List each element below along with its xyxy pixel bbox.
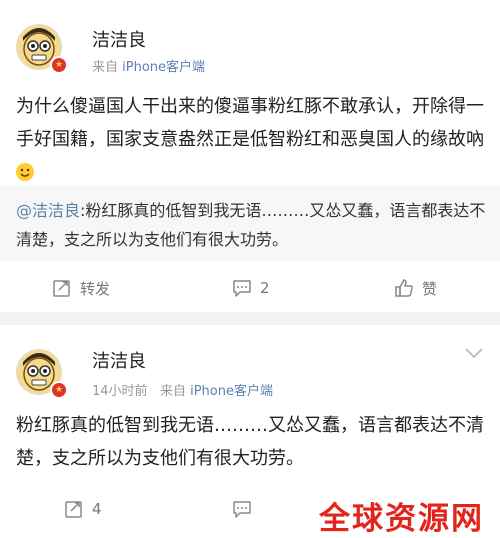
watermark: 全球资源网	[319, 501, 484, 537]
repost-icon	[65, 501, 82, 518]
like-label: 赞	[422, 279, 438, 298]
repost-button[interactable]: 4	[64, 489, 102, 529]
action-bar: 转发 2 赞	[0, 268, 500, 308]
comment-button[interactable]: 2	[232, 268, 270, 308]
post-time: 14小时前	[92, 384, 148, 399]
comment-icon	[233, 501, 251, 518]
like-button[interactable]: 赞	[394, 268, 437, 308]
mention-link[interactable]: @洁洁良	[16, 201, 80, 220]
comment-icon	[233, 280, 251, 297]
smile-emoji-icon	[16, 163, 34, 181]
repost-box[interactable]: @洁洁良:粉红豚真的低智到我无语………又怂又蠢，语言都表达不清楚，支之所以为支他…	[0, 186, 500, 261]
post-content: 粉红豚真的低智到我无语………又怂又蠢，语言都表达不清楚，支之所以为支他们有很大功…	[16, 415, 484, 469]
repost-icon	[53, 280, 70, 297]
verified-badge-icon: ★	[50, 56, 68, 74]
source-prefix: 来自	[159, 384, 186, 399]
repost-button[interactable]: 转发	[52, 268, 110, 308]
repost-count: 4	[92, 500, 102, 518]
repost-content: @洁洁良:粉红豚真的低智到我无语………又怂又蠢，语言都表达不清楚，支之所以为支他…	[16, 196, 486, 254]
post-text: 为什么傻逼国人干出来的傻逼事粉红豚不敢承认，开除得一手好国籍，国家支意盎然正是低…	[16, 96, 484, 150]
post-meta: 来自 iPhone客户端	[92, 56, 205, 75]
chevron-down-icon[interactable]	[464, 347, 484, 359]
username[interactable]: 洁洁良	[92, 347, 146, 373]
source-client[interactable]: iPhone客户端	[190, 384, 273, 399]
username[interactable]: 洁洁良	[92, 26, 146, 52]
post-content: 为什么傻逼国人干出来的傻逼事粉红豚不敢承认，开除得一手好国籍，国家支意盎然正是低…	[16, 90, 486, 189]
thumbs-up-icon	[395, 279, 413, 297]
post-meta: 14小时前 来自 iPhone客户端	[92, 380, 273, 399]
source-prefix: 来自	[92, 60, 119, 75]
repost-text: :粉红豚真的低智到我无语………又怂又蠢，语言都表达不清楚，支之所以为支他们有很大…	[16, 201, 486, 249]
verified-badge-icon: ★	[50, 381, 68, 399]
comment-count: 2	[260, 279, 270, 297]
source-client[interactable]: iPhone客户端	[122, 60, 205, 75]
comment-button[interactable]	[232, 489, 252, 529]
weibo-post-2: ★ 洁洁良 14小时前 来自 iPhone客户端 粉红豚真的低智到我无语………又…	[0, 325, 500, 538]
repost-label: 转发	[80, 279, 111, 298]
weibo-post-1: ★ 洁洁良 来自 iPhone客户端 为什么傻逼国人干出来的傻逼事粉红豚不敢承认…	[0, 0, 500, 312]
